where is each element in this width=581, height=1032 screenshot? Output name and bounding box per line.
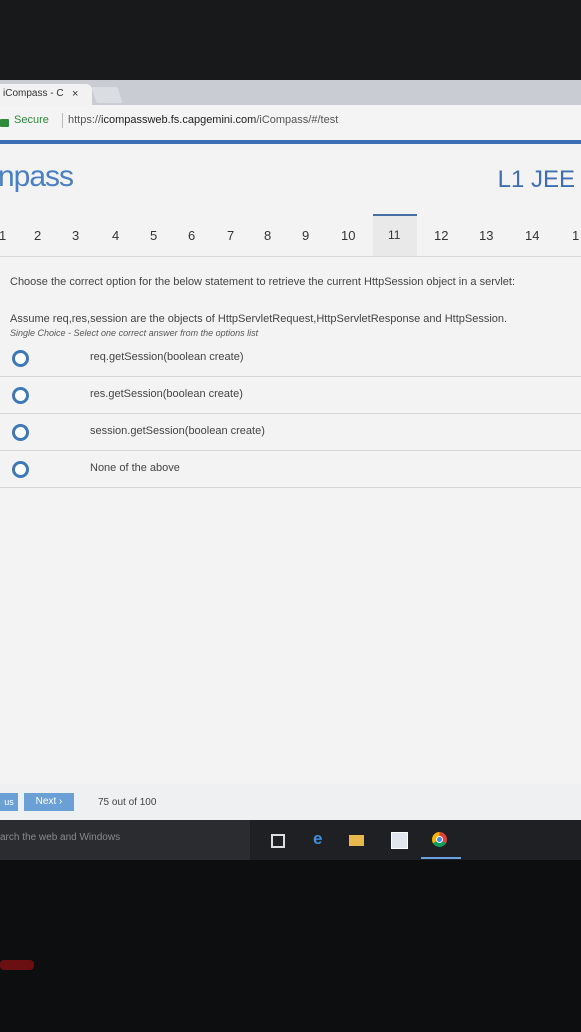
- answer-option[interactable]: res.getSession(boolean create): [0, 377, 581, 414]
- question-number[interactable]: 12: [434, 228, 448, 243]
- windows-taskbar: arch the web and Windows e: [0, 820, 581, 860]
- question-number[interactable]: 14: [525, 228, 539, 243]
- answer-option[interactable]: session.getSession(boolean create): [0, 414, 581, 451]
- question-number[interactable]: 8: [264, 228, 271, 243]
- navigator-divider: [0, 256, 581, 257]
- url-separator: [62, 113, 63, 128]
- question-number[interactable]: 4: [112, 228, 119, 243]
- chrome-icon-center: [436, 836, 443, 843]
- answer-option[interactable]: req.getSession(boolean create): [0, 340, 581, 377]
- browser-tab[interactable]: iCompass - C ×: [0, 84, 92, 105]
- question-number[interactable]: 5: [150, 228, 157, 243]
- question-number[interactable]: 2: [34, 228, 41, 243]
- question-navigator: 1 2 3 4 5 6 7 8 9 10 11 12 13 14 1: [0, 214, 581, 256]
- question-number[interactable]: 13: [479, 228, 493, 243]
- new-tab-button[interactable]: [91, 87, 123, 103]
- course-title: L1 JEE: [497, 166, 575, 193]
- test-footer: us Next › 75 out of 100: [0, 784, 581, 820]
- screen: iCompass - C × Secure https://icompasswe…: [0, 80, 581, 860]
- chrome-icon[interactable]: [432, 832, 447, 847]
- url-path: /iCompass/#/test: [256, 114, 339, 126]
- tab-close-icon[interactable]: ×: [72, 84, 78, 104]
- url-domain: icompassweb.fs.capgemini.com: [101, 114, 257, 126]
- option-label: session.getSession(boolean create): [90, 425, 265, 437]
- question-assumption: Assume req,res,session are the objects o…: [10, 313, 508, 325]
- next-button[interactable]: Next ›: [24, 793, 74, 811]
- question-text: Choose the correct option for the below …: [10, 276, 516, 288]
- previous-button[interactable]: us: [0, 793, 18, 811]
- address-bar[interactable]: Secure https://icompassweb.fs.capgemini.…: [0, 105, 581, 141]
- question-number[interactable]: 1: [0, 228, 6, 243]
- url-scheme: https://: [68, 114, 102, 126]
- store-icon[interactable]: [391, 832, 408, 849]
- app-logo: npass: [0, 160, 74, 193]
- question-hint: Single Choice - Select one correct answe…: [10, 328, 259, 338]
- task-view-icon[interactable]: [271, 834, 285, 848]
- question-number[interactable]: 10: [341, 228, 355, 243]
- question-number[interactable]: 6: [188, 228, 195, 243]
- question-number[interactable]: 7: [227, 228, 234, 243]
- red-light: [0, 960, 34, 970]
- lock-icon: [0, 119, 9, 127]
- option-label: res.getSession(boolean create): [90, 388, 243, 400]
- answer-option[interactable]: None of the above: [0, 451, 581, 488]
- tab-title: iCompass - C: [3, 88, 64, 99]
- radio-button[interactable]: [12, 424, 29, 441]
- question-number[interactable]: 1: [572, 228, 579, 243]
- option-label: req.getSession(boolean create): [90, 351, 244, 363]
- test-page: npass L1 JEE 1 2 3 4 5 6 7 8 9 10 11 12 …: [0, 144, 581, 784]
- search-placeholder: arch the web and Windows: [0, 832, 121, 843]
- browser-tab-bar: iCompass - C ×: [0, 80, 581, 105]
- taskbar-search[interactable]: arch the web and Windows: [0, 820, 250, 860]
- progress-text: 75 out of 100: [98, 797, 157, 808]
- question-number[interactable]: 3: [72, 228, 79, 243]
- question-number[interactable]: 9: [302, 228, 309, 243]
- edge-icon[interactable]: e: [313, 829, 328, 848]
- radio-button[interactable]: [12, 350, 29, 367]
- monitor-bezel-top: [0, 0, 581, 80]
- question-number-active[interactable]: 11: [388, 228, 400, 242]
- url-text[interactable]: https://icompassweb.fs.capgemini.com/iCo…: [68, 114, 338, 126]
- option-label: None of the above: [90, 462, 180, 474]
- radio-button[interactable]: [12, 387, 29, 404]
- active-app-indicator: [421, 857, 461, 859]
- radio-button[interactable]: [12, 461, 29, 478]
- secure-label: Secure: [14, 114, 49, 126]
- file-explorer-icon[interactable]: [349, 835, 364, 846]
- monitor-bezel-bottom: [0, 860, 581, 1032]
